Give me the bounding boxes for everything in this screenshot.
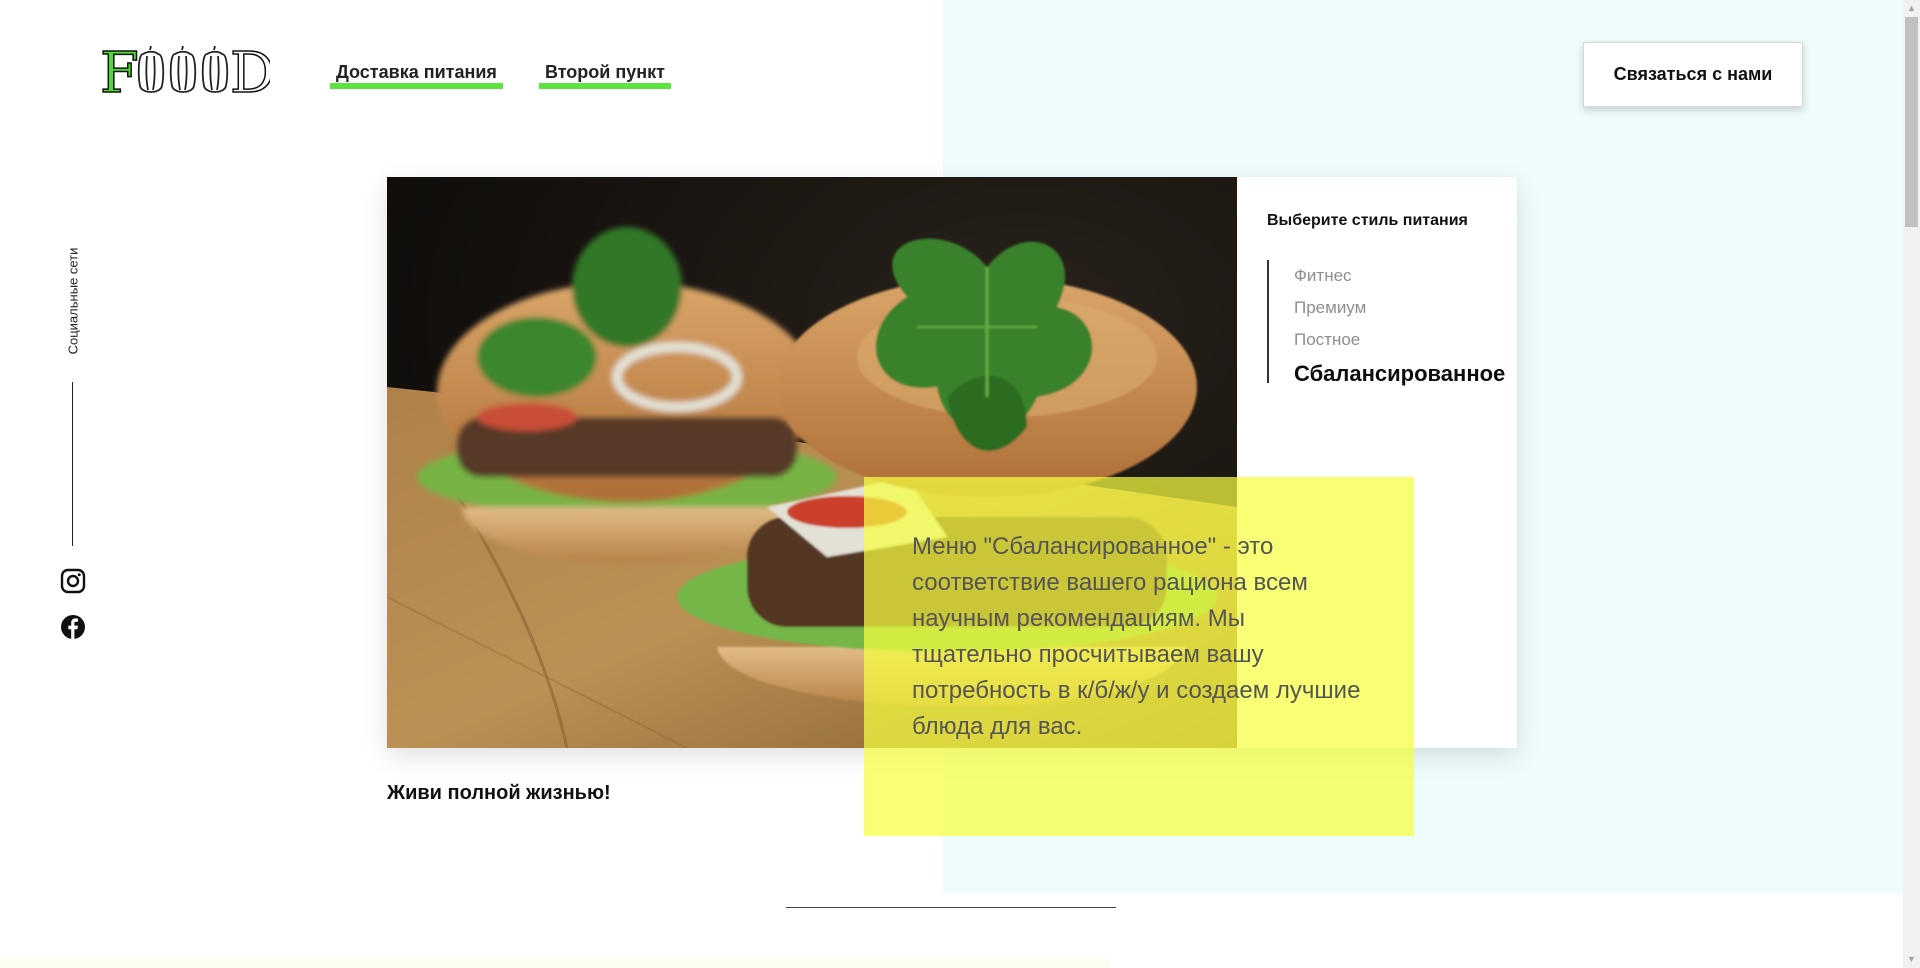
- facebook-icon[interactable]: [60, 614, 86, 640]
- diet-option-balanced[interactable]: Сбалансированное: [1294, 356, 1507, 392]
- diet-style-panel: Выберите стиль питания Фитнес Премиум По…: [1267, 212, 1507, 386]
- nav-label: Доставка питания: [336, 62, 497, 82]
- diet-description: Меню "Сбалансированное" - это соответств…: [912, 533, 1361, 740]
- nav-underline: [538, 83, 671, 89]
- diet-option-lenten[interactable]: Постное: [1294, 324, 1507, 356]
- bottom-strip: [0, 958, 1110, 968]
- scrollbar-thumb[interactable]: [1905, 17, 1918, 227]
- diet-title: Выберите стиль питания: [1267, 212, 1468, 229]
- instagram-icon[interactable]: [60, 568, 86, 594]
- tagline: Живи полной жизнью!: [387, 782, 611, 804]
- diet-description-box: Меню "Сбалансированное" - это соответств…: [864, 477, 1414, 836]
- diet-option-premium[interactable]: Премиум: [1294, 292, 1507, 324]
- diet-options-list: Фитнес Премиум Постное Сбалансированное: [1267, 260, 1507, 386]
- nav-label: Второй пункт: [544, 62, 665, 82]
- nav-link-second[interactable]: Второй пункт: [538, 62, 671, 89]
- social-label: Социальные сети: [65, 247, 81, 355]
- svg-text:F: F: [100, 41, 139, 100]
- nav-link-delivery[interactable]: Доставка питания: [330, 62, 503, 89]
- diet-option-fitness[interactable]: Фитнес: [1294, 260, 1507, 292]
- page-scrollbar[interactable]: ▲ ▼: [1903, 0, 1920, 968]
- nav-underline: [330, 83, 503, 89]
- section-divider: [786, 907, 1116, 908]
- scroll-down-icon[interactable]: ▼: [1903, 951, 1920, 968]
- svg-text:D: D: [230, 41, 270, 100]
- main-nav: Доставка питания Второй пункт: [330, 62, 671, 89]
- social-label-container: Социальные сети: [63, 242, 83, 360]
- social-divider-line: [72, 382, 73, 546]
- scroll-up-icon[interactable]: ▲: [1903, 0, 1920, 17]
- food-logo[interactable]: F D: [100, 40, 270, 100]
- contact-us-button[interactable]: Связаться с нами: [1583, 42, 1803, 107]
